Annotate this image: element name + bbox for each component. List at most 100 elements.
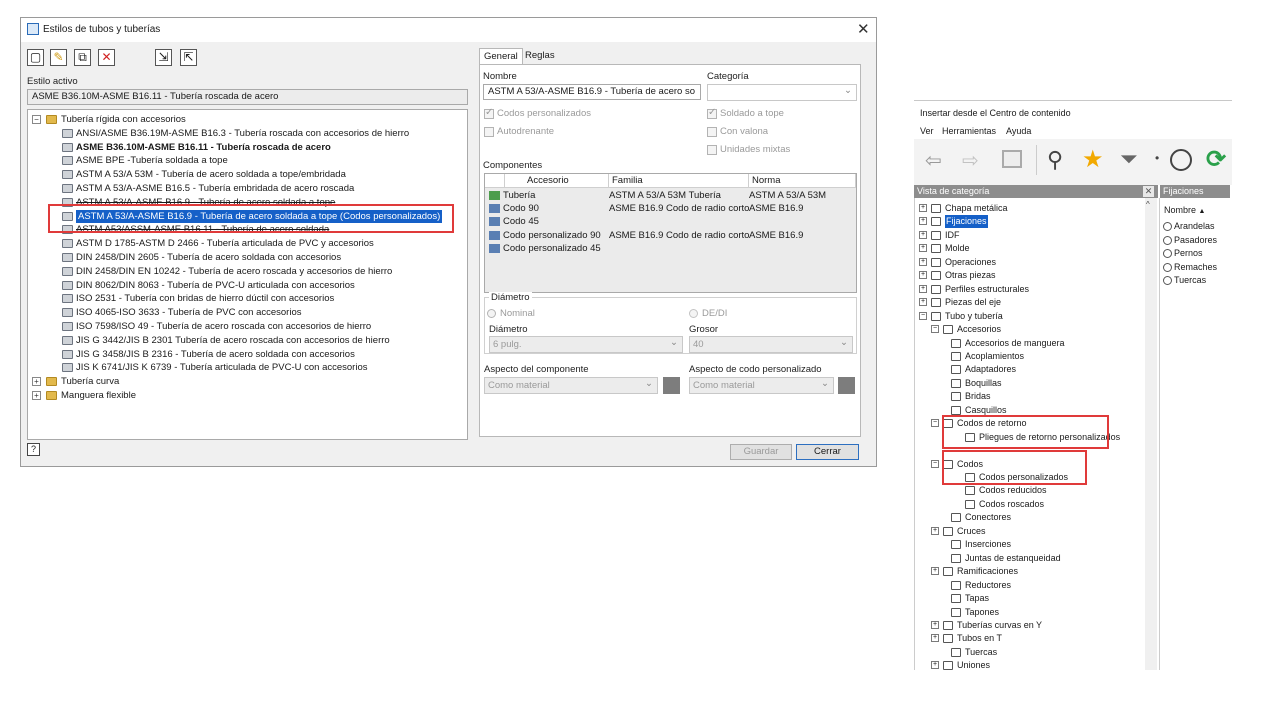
refresh-icon[interactable]: ⟳ xyxy=(1206,145,1226,174)
cell-accesorio: Codo personalizado 90 xyxy=(503,229,601,241)
filter-icon[interactable]: ⏷ xyxy=(1120,146,1138,172)
expand-icon[interactable]: + xyxy=(919,244,927,253)
tree-row[interactable]: ISO 4065-ISO 3633 - Tubería de PVC con a… xyxy=(28,306,467,319)
tree-row[interactable]: DIN 8062/DIN 8063 - Tubería de PVC-U art… xyxy=(28,279,467,292)
tree-row[interactable]: DIN 2458/DIN 2605 - Tubería de acero sol… xyxy=(28,251,467,264)
menu-herramientas[interactable]: Herramientas xyxy=(942,126,996,136)
fijacion-label: Tuercas xyxy=(1174,275,1207,285)
expand-icon[interactable]: + xyxy=(931,620,939,629)
tree-row[interactable]: JIS G 3442/JIS B 2301 Tubería de acero r… xyxy=(28,334,467,347)
aspecto-codo-swatch[interactable] xyxy=(838,377,855,394)
aspecto-comp-select[interactable]: Como material xyxy=(484,376,658,394)
category-label: Tubo y tubería xyxy=(945,310,1003,321)
guardar-button[interactable]: Guardar xyxy=(730,444,792,460)
tree-row[interactable]: ISO 2531 - Tubería con bridas de hierro … xyxy=(28,292,467,305)
expand-icon[interactable]: + xyxy=(919,298,927,307)
copy-icon[interactable]: ⧉ xyxy=(74,49,91,66)
tree-row[interactable]: DIN 2458/DIN EN 10242 - Tubería de acero… xyxy=(28,265,467,278)
help-icon[interactable]: ? xyxy=(27,443,40,456)
tree-row[interactable]: ASTM D 1785-ASTM D 2466 - Tubería articu… xyxy=(28,237,467,250)
nominal-radio[interactable] xyxy=(487,309,496,318)
tree-row[interactable]: + Tubería curva xyxy=(28,375,467,388)
category-icon xyxy=(965,486,975,496)
tree-row[interactable]: ISO 7598/ISO 49 - Tubería de acero rosca… xyxy=(28,320,467,333)
expand-icon[interactable]: + xyxy=(919,217,927,226)
mixtas-checkbox[interactable] xyxy=(707,145,717,155)
style-tree[interactable]: − Tubería rígida con accesorios ANSI/ASME … xyxy=(27,109,468,440)
expand-icon[interactable]: − xyxy=(931,325,939,334)
tree-row[interactable]: + Manguera flexible xyxy=(28,389,467,402)
expand-icon[interactable]: + xyxy=(919,271,927,280)
tab-reglas[interactable]: Reglas xyxy=(521,48,559,64)
new-icon[interactable]: ▢ xyxy=(27,49,44,66)
categoria-select[interactable] xyxy=(707,83,857,101)
table-row[interactable]: Codo 90 ASME B16.9 Codo de radio corto ASM… xyxy=(485,202,856,215)
tree-row[interactable]: ASME BPE -Tubería soldada a tope xyxy=(28,154,467,167)
grosor-select[interactable]: 40 xyxy=(689,335,853,353)
expand-icon[interactable]: + xyxy=(919,284,927,293)
aspecto-comp-swatch[interactable] xyxy=(663,377,680,394)
category-icon xyxy=(951,540,961,550)
expand-icon[interactable]: + xyxy=(32,377,41,387)
tree-label: DIN 8062/DIN 8063 - Tubería de PVC-U art… xyxy=(76,279,355,291)
aspecto-codo-select[interactable]: Como material xyxy=(689,376,834,394)
table-row[interactable]: Codo personalizado 90 ASME B16.9 Codo de … xyxy=(485,229,856,242)
delete-icon[interactable]: ✕ xyxy=(98,49,115,66)
tree-row[interactable]: JIS G 3458/JIS B 2316 - Tubería de acero… xyxy=(28,348,467,361)
soldado-checkbox[interactable] xyxy=(707,107,717,119)
expand-icon[interactable]: + xyxy=(931,526,939,535)
expand-icon[interactable]: − xyxy=(919,311,927,320)
up-folder-icon[interactable] xyxy=(1002,150,1022,168)
forward-arrow-icon[interactable]: ⇨ xyxy=(962,148,979,173)
nombre-input[interactable]: ASTM A 53/A-ASME B16.9 - Tubería de acer… xyxy=(483,84,701,100)
export-icon[interactable]: ⇱ xyxy=(180,49,197,66)
tab-general[interactable]: General xyxy=(479,48,523,64)
expand-icon[interactable]: + xyxy=(919,230,927,239)
expand-icon[interactable]: − xyxy=(931,459,939,468)
cerrar-button[interactable]: Cerrar xyxy=(796,444,859,460)
import-icon[interactable]: ⇲ xyxy=(155,49,172,66)
menu-ver[interactable]: Ver xyxy=(920,126,934,136)
search-icon[interactable]: ⚲ xyxy=(1047,147,1063,173)
tree-row[interactable]: ASTM A 53/A 53M - Tubería de acero solda… xyxy=(28,168,467,181)
expand-icon[interactable]: + xyxy=(919,257,927,266)
history-clock-icon[interactable] xyxy=(1170,149,1192,171)
tree-row[interactable]: − Tubería rígida con accesorios xyxy=(28,113,467,126)
pipe-style-icon xyxy=(62,239,73,249)
edit-icon[interactable]: ✎ xyxy=(50,49,67,66)
dedi-radio[interactable] xyxy=(689,309,698,318)
expand-icon[interactable]: + xyxy=(931,661,939,670)
table-row[interactable]: Tubería ASTM A 53/A 53M Tubería ASTM A 53/… xyxy=(485,189,856,202)
pipe-styles-dialog: Estilos de tubos y tuberías ✕ ▢ ✎ ⧉ ✕ ⇲ … xyxy=(20,17,877,467)
category-icon xyxy=(951,580,961,590)
tree-row[interactable]: JIS K 6741/JIS K 6739 - Tubería articula… xyxy=(28,361,467,374)
close-icon[interactable]: ✕ xyxy=(857,20,870,38)
codos-checkbox[interactable] xyxy=(484,107,494,119)
expand-icon[interactable]: + xyxy=(32,391,41,400)
components-table[interactable]: Accesorio Familia Norma Tubería ASTM A 53… xyxy=(484,173,857,293)
expand-icon[interactable]: + xyxy=(919,204,927,212)
autodrenante-checkbox[interactable] xyxy=(484,127,494,137)
table-row[interactable]: Codo personalizado 45 xyxy=(485,242,856,255)
tree-row[interactable]: ANSI/ASME B36.19M-ASME B16.3 - Tubería r… xyxy=(28,127,467,140)
expand-icon[interactable]: − xyxy=(931,419,939,428)
menu-ayuda[interactable]: Ayuda xyxy=(1006,126,1031,136)
expand-icon[interactable]: + xyxy=(931,634,939,643)
nombre-col-header[interactable]: Nombre ▲ xyxy=(1164,205,1205,215)
tree-label: ASTM D 1785-ASTM D 2466 - Tubería articu… xyxy=(76,238,374,250)
tree-row[interactable]: ASME B36.10M-ASME B16.11 - Tubería rosca… xyxy=(28,141,467,154)
pipe-style-icon xyxy=(62,280,73,290)
folder-icon xyxy=(46,377,57,387)
favorites-star-icon[interactable]: ★ xyxy=(1082,145,1104,174)
back-arrow-icon[interactable]: ⇦ xyxy=(925,148,942,173)
expand-icon[interactable]: + xyxy=(931,567,939,576)
highlight-box xyxy=(48,204,454,233)
tree-scrollbar[interactable]: ^ xyxy=(1145,198,1157,670)
diametro-select[interactable]: 6 pulg. xyxy=(489,335,683,353)
valona-checkbox[interactable] xyxy=(707,127,717,137)
pipe-style-icon xyxy=(62,335,73,345)
tree-row[interactable]: ASTM A 53/A-ASME B16.5 - Tubería embrida… xyxy=(28,182,467,195)
filter-dropdown-icon[interactable]: • xyxy=(1155,151,1159,165)
collapse-icon[interactable]: − xyxy=(32,115,41,124)
table-row[interactable]: Codo 45 xyxy=(485,215,856,228)
